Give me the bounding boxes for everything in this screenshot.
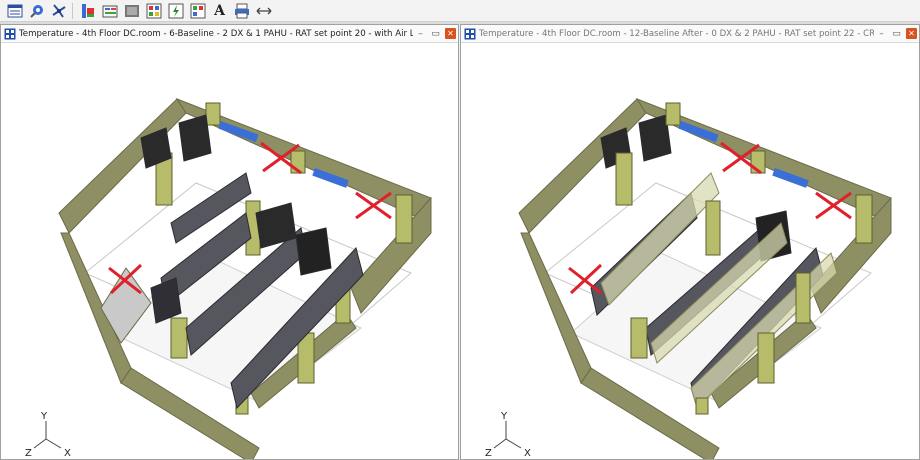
left-window-titlebar[interactable]: Temperature - 4th Floor DC.room - 6-Base… <box>1 25 458 43</box>
temperature-icon <box>146 3 161 18</box>
object-list-button[interactable] <box>99 2 120 20</box>
cooling-unit[interactable] <box>695 397 709 415</box>
color-legend-button[interactable] <box>187 2 208 20</box>
cooling-unit[interactable] <box>855 194 873 244</box>
print-button[interactable] <box>231 2 252 20</box>
object-list-icon <box>102 5 117 17</box>
power-button[interactable] <box>165 2 186 20</box>
measure-button[interactable] <box>253 2 274 20</box>
rack-toolbar-icon <box>81 3 94 18</box>
cooling-unit[interactable] <box>795 272 811 324</box>
z-axis-label: Z <box>485 448 492 459</box>
rack-button[interactable] <box>77 2 98 20</box>
x-axis-label: X <box>64 448 71 459</box>
close-button[interactable]: ✕ <box>443 26 458 41</box>
power-icon <box>168 3 183 18</box>
axis-indicator: Y X Z <box>25 411 71 459</box>
right-document-window[interactable]: Temperature - 4th Floor DC.room - 12-Bas… <box>460 24 920 460</box>
toolbar: A <box>0 0 920 22</box>
cooling-unit[interactable] <box>757 332 775 384</box>
gear-icon <box>29 4 43 18</box>
grid-view-icon <box>124 4 139 17</box>
text-tool-icon: A <box>214 2 225 19</box>
left-3d-viewport[interactable]: Y X Z <box>1 43 458 459</box>
cooling-unit[interactable] <box>395 194 413 244</box>
room-document-icon <box>4 28 16 39</box>
cooling-unit[interactable] <box>170 317 188 359</box>
cooling-unit[interactable] <box>205 102 221 126</box>
minimize-button[interactable]: – <box>413 26 428 41</box>
y-axis-label: Y <box>40 411 48 422</box>
temperature-button[interactable] <box>143 2 164 20</box>
list-view-button[interactable] <box>4 2 25 20</box>
right-room-model: Y X Z <box>485 97 892 459</box>
z-axis-label: Z <box>25 448 32 459</box>
color-legend-icon <box>190 3 205 18</box>
fan-icon <box>51 3 66 18</box>
measure-icon <box>256 7 271 14</box>
close-icon: ✕ <box>906 28 917 39</box>
room-document-icon <box>464 28 476 39</box>
cooling-unit[interactable] <box>665 102 681 126</box>
print-icon <box>234 3 249 18</box>
left-room-model: Y X Z <box>25 97 432 459</box>
minimize-button[interactable]: – <box>874 26 889 41</box>
text-tool-button[interactable]: A <box>209 2 230 20</box>
left-document-window[interactable]: Temperature - 4th Floor DC.room - 6-Base… <box>0 24 459 460</box>
close-button[interactable]: ✕ <box>904 26 919 41</box>
toolbar-separator <box>72 2 73 19</box>
window-title: Temperature - 4th Floor DC.room - 6-Base… <box>19 28 413 39</box>
cooling-unit[interactable] <box>705 200 721 256</box>
rack[interactable] <box>178 114 212 162</box>
airflow-button[interactable] <box>48 2 69 20</box>
axis-indicator: Y X Z <box>485 411 531 459</box>
close-icon: ✕ <box>445 28 456 39</box>
window-title: Temperature - 4th Floor DC.room - 12-Bas… <box>479 28 874 39</box>
restore-button[interactable]: ▭ <box>889 26 904 41</box>
cooling-unit[interactable] <box>615 152 633 206</box>
right-3d-viewport[interactable]: Y X Z <box>461 43 919 459</box>
rack[interactable] <box>295 227 332 276</box>
grid-view-button[interactable] <box>121 2 142 20</box>
list-view-icon <box>7 4 22 17</box>
y-axis-label: Y <box>500 411 508 422</box>
cooling-unit[interactable] <box>630 317 648 359</box>
settings-button[interactable] <box>26 2 47 20</box>
restore-button[interactable]: ▭ <box>428 26 443 41</box>
x-axis-label: X <box>524 448 531 459</box>
right-window-titlebar[interactable]: Temperature - 4th Floor DC.room - 12-Bas… <box>461 25 919 43</box>
